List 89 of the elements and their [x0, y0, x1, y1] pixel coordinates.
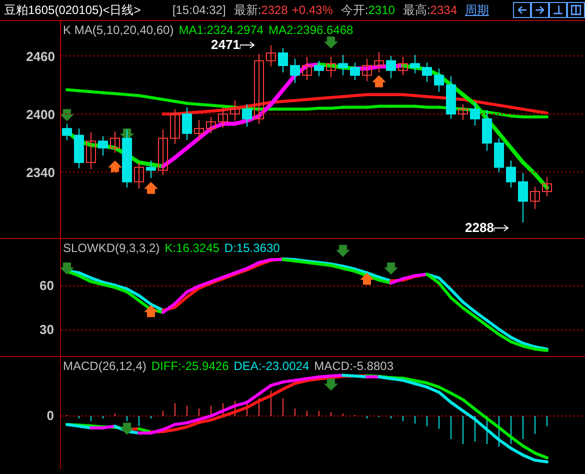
price-annotation: 2288	[465, 221, 494, 235]
legend-label: DIFF:-25.9426	[151, 359, 229, 373]
axis-label: 60	[40, 279, 54, 293]
candlestick	[482, 110, 492, 152]
legend-label: DEA:-23.0024	[234, 359, 310, 373]
legend-label: MACD:-5.8803	[314, 359, 394, 373]
candlestick	[266, 44, 276, 68]
arrow-down-icon	[61, 262, 74, 275]
candlestick	[410, 54, 420, 74]
candlestick	[158, 129, 168, 176]
arrow-up-icon	[360, 272, 374, 285]
arrow-up-icon	[372, 75, 386, 88]
candlestick	[326, 56, 336, 78]
quote-label: 最新:	[234, 2, 262, 19]
restore-button[interactable]	[567, 2, 585, 18]
quote-value: 2310	[368, 2, 395, 19]
candlestick	[134, 162, 144, 190]
restore-icon	[569, 3, 583, 17]
arrow-right-icon	[240, 40, 256, 50]
chart-title: 豆粕1605(020105)<日线>	[3, 2, 141, 19]
candlestick	[242, 104, 252, 128]
candlestick	[506, 160, 516, 188]
arrow-right-button[interactable]	[531, 2, 549, 18]
candlestick	[470, 102, 480, 126]
candlestick	[398, 56, 408, 76]
legend-label: K:16.3245	[164, 241, 220, 255]
arrow-up-icon	[144, 305, 158, 318]
candlestick	[314, 60, 324, 77]
period-link[interactable]: 周期	[465, 0, 489, 20]
arrow-up-icon	[144, 182, 158, 194]
arrow-up-icon	[108, 160, 122, 173]
time-label: [15:04:32]	[172, 2, 226, 19]
candlestick	[86, 132, 96, 170]
candlestick	[110, 130, 120, 154]
candlestick	[386, 55, 396, 79]
candlestick	[170, 108, 180, 145]
axis-label: 2400	[26, 107, 55, 122]
candlestick	[530, 186, 540, 210]
candlestick	[98, 136, 108, 156]
quote-value: 2328	[261, 2, 288, 19]
candlestick	[338, 54, 348, 76]
candlestick	[290, 58, 300, 84]
arrow-down-icon	[324, 378, 338, 391]
axis-label: 2340	[26, 165, 55, 180]
quote-label: 今开:	[340, 2, 368, 19]
candlestick	[518, 172, 528, 224]
arrow-left-button[interactable]	[513, 2, 531, 18]
candlestick	[146, 160, 156, 178]
candlestick	[218, 106, 228, 128]
candlestick	[494, 138, 504, 173]
arrow-right-icon	[494, 223, 510, 233]
candlestick	[302, 56, 312, 81]
candlestick	[254, 53, 264, 124]
candlestick	[350, 62, 360, 81]
candlestick	[194, 119, 204, 142]
axis-label: 0	[46, 409, 54, 423]
quote-label: 最高:	[402, 2, 430, 19]
price-annotation: 2471	[211, 38, 240, 52]
legend-label: D:15.3630	[224, 241, 280, 255]
axis-label: 2460	[26, 48, 55, 64]
minimize-icon	[551, 3, 565, 17]
arrow-down-icon	[60, 109, 74, 122]
legend-label: K MA(5,10,20,40,60)	[63, 23, 174, 37]
arrow-down-icon	[324, 36, 338, 48]
legend-label: MACD(26,12,4)	[63, 359, 146, 373]
candlestick	[374, 52, 384, 73]
change-value: +0.43%	[292, 2, 333, 19]
arrow-down-icon	[120, 422, 134, 435]
candlestick	[122, 129, 132, 188]
candlestick	[458, 104, 468, 120]
minimize-button[interactable]	[549, 2, 567, 18]
candlestick	[182, 106, 192, 141]
candlestick	[74, 128, 84, 169]
candlestick	[230, 100, 240, 122]
arrow-down-icon	[336, 244, 350, 257]
candlestick	[278, 48, 288, 73]
candlestick	[542, 176, 552, 197]
candlestick	[62, 123, 72, 141]
arrow-down-icon	[384, 262, 398, 275]
candlestick	[434, 68, 444, 92]
legend-label: MA1:2324.2974	[178, 23, 264, 37]
candlestick	[206, 116, 216, 134]
legend-label: SLOWKD(9,3,3,2)	[63, 241, 160, 255]
candlestick	[422, 62, 432, 83]
axis-label: 30	[40, 323, 54, 337]
candlestick	[362, 58, 372, 82]
legend-label: MA2:2396.6468	[268, 23, 354, 37]
candlestick	[446, 76, 456, 120]
quote-value: 2334	[430, 2, 457, 19]
